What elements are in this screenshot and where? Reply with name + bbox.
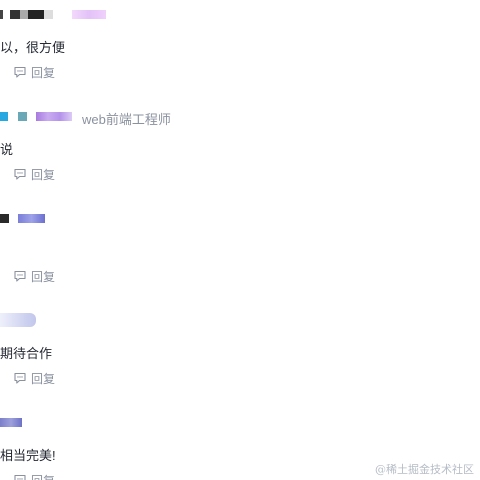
author-name-pixelated[interactable] [18,214,45,223]
comment-bubble-icon [14,270,26,282]
author-badge-pixelated [72,10,106,19]
author-avatar-pixelated [0,112,8,121]
reply-label: 回复 [31,472,55,480]
reply-button[interactable]: 回复 [13,370,55,386]
reply-label: 回复 [31,167,56,182]
reply-button[interactable]: 回复 [13,472,55,480]
author-name-pixelated [44,10,53,19]
watermark: @稀土掘金技术社区 [375,463,474,476]
author-name-pixelated[interactable] [0,313,36,327]
author-name-pixelated [20,10,28,19]
reply-button[interactable]: 回复 [13,166,55,182]
author-name-pixelated[interactable] [18,112,27,121]
author-name-pixelated [28,10,44,19]
reply-label: 回复 [31,371,56,386]
author-avatar-pixelated [0,214,9,223]
author-name-pixelated[interactable] [0,418,22,427]
author-name-pixelated[interactable] [10,10,20,19]
comment-list: 以，很方便 回复 web前端工程师 说 回复 回复 期待合作 回复 相当完美! … [0,0,480,480]
reply-label: 回复 [31,269,56,284]
author-title: web前端工程师 [82,112,171,127]
comment-bubble-icon [14,474,26,480]
comment-bubble-icon [14,168,26,180]
comment-text: 相当完美! [0,448,56,463]
comment-text: 期待合作 [0,346,53,361]
author-badge-pixelated [36,112,72,121]
comment-text: 说 [0,142,14,157]
reply-button[interactable]: 回复 [13,64,55,80]
comment-bubble-icon [14,372,26,384]
reply-button[interactable]: 回复 [13,268,55,284]
reply-label: 回复 [31,65,56,80]
comment-text: 以，很方便 [0,40,66,55]
author-avatar-pixelated [0,10,3,19]
comment-bubble-icon [14,66,26,78]
